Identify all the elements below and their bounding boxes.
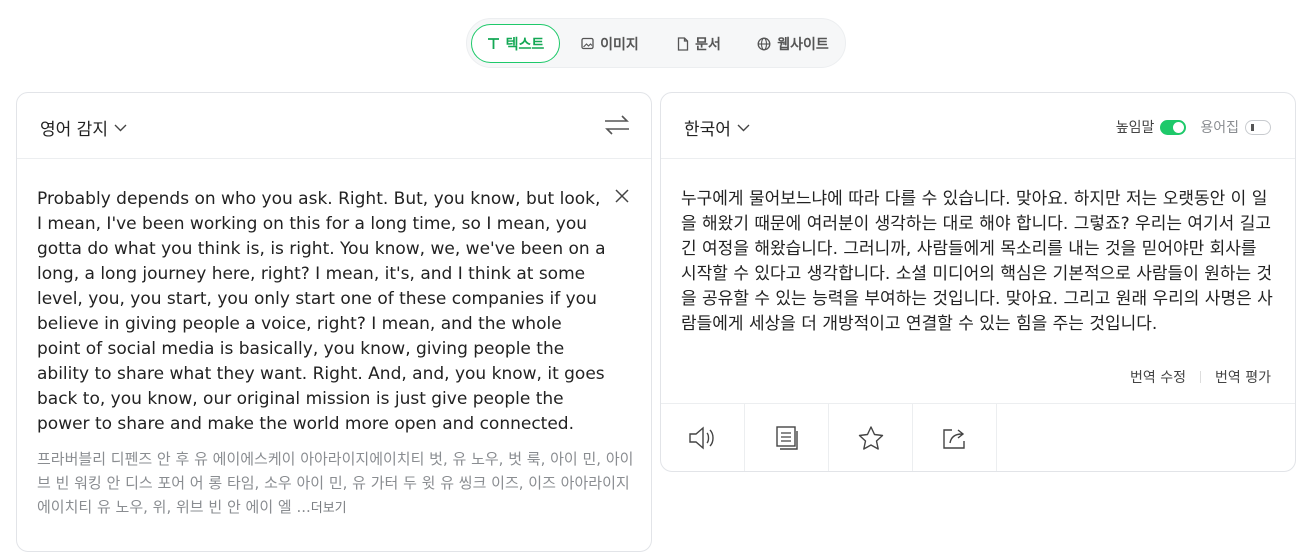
tab-website-label: 웹사이트 [777, 36, 829, 53]
source-language-select[interactable]: 영어 감지 [40, 115, 127, 140]
more-button[interactable]: 더보기 [311, 501, 347, 516]
source-language-label: 영어 감지 [40, 120, 108, 140]
target-header: 한국어 높임말 용어집 [661, 93, 1295, 159]
share-icon [942, 428, 965, 449]
honorific-toggle[interactable] [1160, 119, 1187, 135]
edit-translation-button[interactable]: 번역 수정 [1130, 367, 1186, 387]
glossary-toggle[interactable] [1245, 119, 1271, 135]
tab-website[interactable]: 웹사이트 [748, 24, 838, 63]
translated-text: 누구에게 물어보느냐에 따라 다를 수 있습니다. 맞아요. 하지만 저는 오랫… [681, 189, 1273, 334]
speaker-icon [688, 425, 714, 450]
honorific-label: 높임말 [1115, 120, 1155, 136]
favorite-button[interactable] [829, 404, 913, 471]
chevron-down-icon [114, 124, 127, 131]
feedback-links: 번역 수정 번역 평가 [1130, 367, 1271, 387]
target-panel: 한국어 높임말 용어집 누구에게 물어보느냐에 따라 다를 수 있습니다. 맞아… [660, 92, 1296, 472]
tab-image[interactable]: 이미지 [571, 24, 649, 63]
globe-icon [757, 37, 771, 50]
pronunciation-text: 프라버블리 디펜즈 안 후 유 에이에스케이 아아라이지에이치티 벗, 유 노우… [37, 447, 637, 521]
listen-button[interactable] [661, 404, 745, 471]
tab-image-label: 이미지 [600, 36, 639, 53]
glossary-label: 용어집 [1200, 120, 1239, 136]
chevron-down-icon [737, 124, 750, 131]
action-bar [661, 403, 1295, 471]
divider [1200, 371, 1202, 383]
source-panel: 영어 감지 Probably depends on who you ask. R… [16, 92, 652, 552]
document-icon [677, 36, 689, 51]
target-language-label: 한국어 [684, 120, 731, 140]
source-text-input[interactable]: Probably depends on who you ask. Right. … [37, 187, 607, 437]
tab-document[interactable]: 문서 [666, 24, 732, 63]
tab-document-label: 문서 [695, 36, 721, 53]
share-button[interactable] [913, 404, 997, 471]
target-options: 높임말 용어집 [1116, 117, 1271, 137]
swap-languages-icon[interactable] [603, 113, 631, 137]
copy-icon [775, 425, 798, 450]
image-icon [581, 37, 594, 50]
tab-text[interactable]: 텍스트 [471, 24, 560, 63]
source-header: 영어 감지 [17, 93, 651, 159]
target-language-select[interactable]: 한국어 [684, 115, 750, 140]
clear-icon[interactable] [615, 189, 629, 203]
translation-type-tabs: 텍스트 이미지 문서 웹사이트 [466, 18, 846, 68]
copy-button[interactable] [745, 404, 829, 471]
tab-text-label: 텍스트 [505, 36, 545, 53]
star-icon [858, 425, 883, 450]
rate-translation-button[interactable]: 번역 평가 [1215, 367, 1271, 387]
text-icon [487, 38, 499, 49]
